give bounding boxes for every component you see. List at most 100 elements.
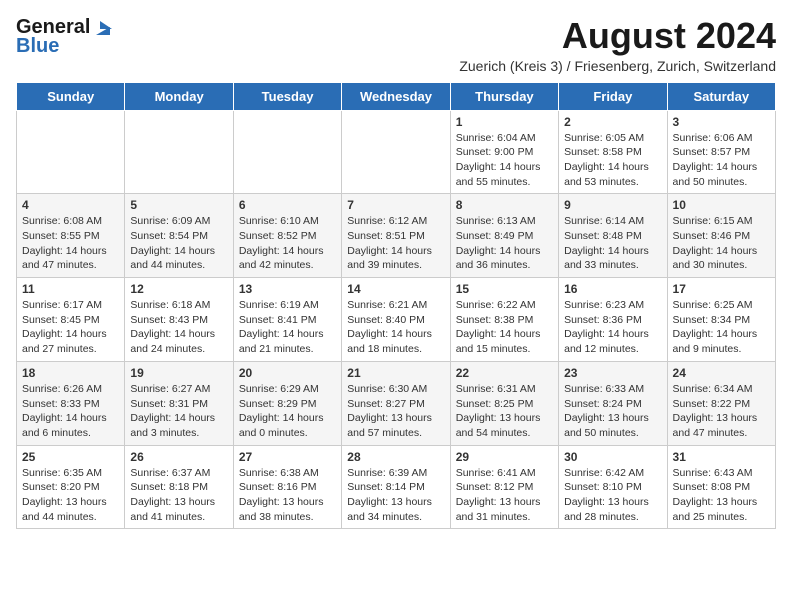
day-number: 24 (673, 366, 770, 380)
calendar-day-15: 15Sunrise: 6:22 AM Sunset: 8:38 PM Dayli… (450, 278, 558, 362)
day-number: 7 (347, 198, 444, 212)
calendar-day-11: 11 Sunrise: 6:17 AM Sunset: 8:45 PM Dayli… (17, 278, 125, 362)
day-number: 6 (239, 198, 336, 212)
calendar-empty-cell (125, 110, 233, 194)
day-number: 22 (456, 366, 553, 380)
main-title: August 2024 (459, 16, 776, 56)
calendar: SundayMondayTuesdayWednesdayThursdayFrid… (16, 82, 776, 530)
calendar-header-monday: Monday (125, 82, 233, 110)
day-number: 1 (456, 115, 553, 129)
day-number: 2 (564, 115, 661, 129)
day-number: 16 (564, 282, 661, 296)
day-number: 12 (130, 282, 227, 296)
day-info: Sunrise: 6:37 AM Sunset: 8:18 PM Dayligh… (130, 467, 215, 523)
calendar-week-row: 4 Sunrise: 6:08 AM Sunset: 8:55 PM Daylig… (17, 194, 776, 278)
calendar-day-13: 13Sunrise: 6:19 AM Sunset: 8:41 PM Dayli… (233, 278, 341, 362)
day-info: Sunrise: 6:14 AM Sunset: 8:48 PM Dayligh… (564, 215, 649, 271)
day-number: 9 (564, 198, 661, 212)
day-info: Sunrise: 6:08 AM Sunset: 8:55 PM Dayligh… (22, 215, 107, 271)
calendar-day-23: 23 Sunrise: 6:33 AM Sunset: 8:24 PM Dayli… (559, 361, 667, 445)
day-info: Sunrise: 6:34 AM Sunset: 8:22 PM Dayligh… (673, 383, 758, 439)
calendar-day-12: 12 Sunrise: 6:18 AM Sunset: 8:43 PM Dayli… (125, 278, 233, 362)
calendar-day-18: 18 Sunrise: 6:26 AM Sunset: 8:33 PM Dayli… (17, 361, 125, 445)
day-info: Sunrise: 6:41 AM Sunset: 8:12 PM Dayligh… (456, 467, 541, 523)
calendar-day-2: 2 Sunrise: 6:05 AM Sunset: 8:58 PM Daylig… (559, 110, 667, 194)
day-info: Sunrise: 6:19 AM Sunset: 8:41 PM Dayligh… (239, 299, 324, 355)
calendar-day-10: 10 Sunrise: 6:15 AM Sunset: 8:46 PM Dayli… (667, 194, 775, 278)
day-info: Sunrise: 6:33 AM Sunset: 8:24 PM Dayligh… (564, 383, 649, 439)
day-info: Sunrise: 6:05 AM Sunset: 8:58 PM Dayligh… (564, 132, 649, 188)
calendar-day-17: 17Sunrise: 6:25 AM Sunset: 8:34 PM Dayli… (667, 278, 775, 362)
day-info: Sunrise: 6:35 AM Sunset: 8:20 PM Dayligh… (22, 467, 107, 523)
day-info: Sunrise: 6:04 AM Sunset: 9:00 PM Dayligh… (456, 132, 541, 188)
calendar-week-row: 1 Sunrise: 6:04 AM Sunset: 9:00 PM Daylig… (17, 110, 776, 194)
day-info: Sunrise: 6:17 AM Sunset: 8:45 PM Dayligh… (22, 299, 107, 355)
calendar-day-21: 21Sunrise: 6:30 AM Sunset: 8:27 PM Dayli… (342, 361, 450, 445)
day-info: Sunrise: 6:39 AM Sunset: 8:14 PM Dayligh… (347, 467, 432, 523)
logo: General Blue (16, 16, 114, 58)
day-info: Sunrise: 6:12 AM Sunset: 8:51 PM Dayligh… (347, 215, 432, 271)
calendar-week-row: 25Sunrise: 6:35 AM Sunset: 8:20 PM Dayli… (17, 445, 776, 529)
calendar-header-friday: Friday (559, 82, 667, 110)
header: General Blue August 2024 Zuerich (Kreis … (16, 16, 776, 74)
day-number: 19 (130, 366, 227, 380)
calendar-day-29: 29 Sunrise: 6:41 AM Sunset: 8:12 PM Dayli… (450, 445, 558, 529)
calendar-day-5: 5Sunrise: 6:09 AM Sunset: 8:54 PM Daylig… (125, 194, 233, 278)
calendar-day-26: 26 Sunrise: 6:37 AM Sunset: 8:18 PM Dayli… (125, 445, 233, 529)
calendar-day-19: 19 Sunrise: 6:27 AM Sunset: 8:31 PM Dayli… (125, 361, 233, 445)
calendar-day-4: 4 Sunrise: 6:08 AM Sunset: 8:55 PM Daylig… (17, 194, 125, 278)
calendar-header-thursday: Thursday (450, 82, 558, 110)
day-info: Sunrise: 6:06 AM Sunset: 8:57 PM Dayligh… (673, 132, 758, 188)
title-area: August 2024 Zuerich (Kreis 3) / Friesenb… (459, 16, 776, 74)
day-info: Sunrise: 6:31 AM Sunset: 8:25 PM Dayligh… (456, 383, 541, 439)
calendar-week-row: 18 Sunrise: 6:26 AM Sunset: 8:33 PM Dayli… (17, 361, 776, 445)
calendar-week-row: 11 Sunrise: 6:17 AM Sunset: 8:45 PM Dayli… (17, 278, 776, 362)
calendar-day-14: 14 Sunrise: 6:21 AM Sunset: 8:40 PM Dayli… (342, 278, 450, 362)
calendar-empty-cell (342, 110, 450, 194)
calendar-day-3: 3 Sunrise: 6:06 AM Sunset: 8:57 PM Daylig… (667, 110, 775, 194)
day-info: Sunrise: 6:27 AM Sunset: 8:31 PM Dayligh… (130, 383, 215, 439)
calendar-day-20: 20Sunrise: 6:29 AM Sunset: 8:29 PM Dayli… (233, 361, 341, 445)
calendar-empty-cell (17, 110, 125, 194)
day-number: 27 (239, 450, 336, 464)
day-number: 14 (347, 282, 444, 296)
day-info: Sunrise: 6:25 AM Sunset: 8:34 PM Dayligh… (673, 299, 758, 355)
day-number: 23 (564, 366, 661, 380)
day-info: Sunrise: 6:18 AM Sunset: 8:43 PM Dayligh… (130, 299, 215, 355)
calendar-day-16: 16 Sunrise: 6:23 AM Sunset: 8:36 PM Dayli… (559, 278, 667, 362)
day-number: 3 (673, 115, 770, 129)
day-number: 26 (130, 450, 227, 464)
calendar-day-9: 9 Sunrise: 6:14 AM Sunset: 8:48 PM Daylig… (559, 194, 667, 278)
day-number: 29 (456, 450, 553, 464)
day-info: Sunrise: 6:42 AM Sunset: 8:10 PM Dayligh… (564, 467, 649, 523)
calendar-day-28: 28 Sunrise: 6:39 AM Sunset: 8:14 PM Dayli… (342, 445, 450, 529)
calendar-day-22: 22 Sunrise: 6:31 AM Sunset: 8:25 PM Dayli… (450, 361, 558, 445)
calendar-day-7: 7 Sunrise: 6:12 AM Sunset: 8:51 PM Daylig… (342, 194, 450, 278)
calendar-empty-cell (233, 110, 341, 194)
day-info: Sunrise: 6:15 AM Sunset: 8:46 PM Dayligh… (673, 215, 758, 271)
day-info: Sunrise: 6:43 AM Sunset: 8:08 PM Dayligh… (673, 467, 758, 523)
day-info: Sunrise: 6:38 AM Sunset: 8:16 PM Dayligh… (239, 467, 324, 523)
day-number: 4 (22, 198, 119, 212)
day-info: Sunrise: 6:29 AM Sunset: 8:29 PM Dayligh… (239, 383, 324, 439)
day-number: 18 (22, 366, 119, 380)
calendar-header-sunday: Sunday (17, 82, 125, 110)
calendar-day-1: 1 Sunrise: 6:04 AM Sunset: 9:00 PM Daylig… (450, 110, 558, 194)
day-info: Sunrise: 6:30 AM Sunset: 8:27 PM Dayligh… (347, 383, 432, 439)
day-info: Sunrise: 6:10 AM Sunset: 8:52 PM Dayligh… (239, 215, 324, 271)
calendar-day-8: 8Sunrise: 6:13 AM Sunset: 8:49 PM Daylig… (450, 194, 558, 278)
day-number: 30 (564, 450, 661, 464)
day-info: Sunrise: 6:21 AM Sunset: 8:40 PM Dayligh… (347, 299, 432, 355)
calendar-day-24: 24 Sunrise: 6:34 AM Sunset: 8:22 PM Dayli… (667, 361, 775, 445)
day-info: Sunrise: 6:23 AM Sunset: 8:36 PM Dayligh… (564, 299, 649, 355)
calendar-day-30: 30 Sunrise: 6:42 AM Sunset: 8:10 PM Dayli… (559, 445, 667, 529)
calendar-day-31: 31Sunrise: 6:43 AM Sunset: 8:08 PM Dayli… (667, 445, 775, 529)
logo-triangle-icon (92, 17, 114, 39)
day-number: 11 (22, 282, 119, 296)
day-info: Sunrise: 6:26 AM Sunset: 8:33 PM Dayligh… (22, 383, 107, 439)
calendar-header-wednesday: Wednesday (342, 82, 450, 110)
day-info: Sunrise: 6:22 AM Sunset: 8:38 PM Dayligh… (456, 299, 541, 355)
subtitle: Zuerich (Kreis 3) / Friesenberg, Zurich,… (459, 58, 776, 74)
day-number: 10 (673, 198, 770, 212)
day-number: 28 (347, 450, 444, 464)
